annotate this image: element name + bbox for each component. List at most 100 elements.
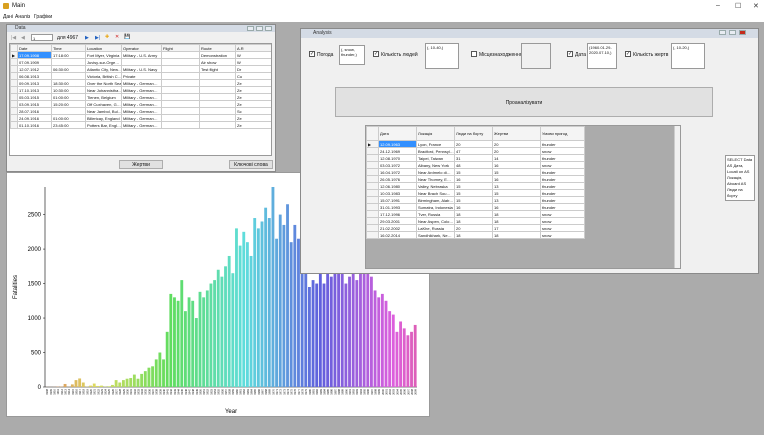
data-grid[interactable]: Date Time Location Operator Flight Route A.R ▶… [9,43,272,156]
data-col-header[interactable]: Date [17,44,52,52]
result-row[interactable]: 17.12.1996 Tver, Russia 18 18 snow [366,210,585,218]
result-cell[interactable]: thunder [540,154,585,162]
result-cell[interactable]: 15 [492,168,541,176]
data-row[interactable]: 28.07.1916 Near Jambol, Bul… Military - Ge… [10,107,271,115]
data-col-header[interactable]: A.R [235,44,271,52]
data-cell[interactable]: Ze [235,100,271,108]
data-cell[interactable]: Juvisy-sur-Orge… [85,58,122,66]
result-cell[interactable]: 18 [492,217,541,225]
data-cell[interactable]: 12.07.1912 [17,65,52,73]
data-cell[interactable] [161,121,200,129]
result-cell[interactable]: 14 [492,154,541,162]
row-header-cell[interactable] [366,224,379,232]
data-row[interactable]: 05.03.1915 01:00:00 Tienen, Belgium Militar… [10,93,271,101]
data-cell[interactable]: Near Jambol, Bul… [85,107,122,115]
result-cell[interactable]: snow [540,231,585,239]
data-cell[interactable] [161,100,200,108]
data-cell[interactable]: Military - German… [121,100,162,108]
data-col-header[interactable]: Route [199,44,236,52]
result-cell[interactable]: thunder [540,175,585,183]
menu-charts[interactable]: Графіки [34,14,52,20]
result-cell[interactable]: 15 [454,182,493,190]
data-cell[interactable]: Military - German… [121,121,162,129]
data-cell[interactable] [199,79,236,87]
data-cell[interactable]: Billericay, England [85,114,122,122]
data-cell[interactable] [199,107,236,115]
result-cell[interactable]: 16 [492,161,541,169]
result-cell[interactable]: Tver, Russia [416,210,455,218]
data-row[interactable]: 06.08.1913 Victoria, British C… Private Cu [10,72,271,80]
nav-prev-icon[interactable]: ◀ [21,35,25,41]
row-header-cell[interactable] [366,182,379,190]
result-cell[interactable]: 03.03.1972 [378,161,417,169]
row-header-cell[interactable] [10,100,18,108]
data-cell[interactable] [161,107,200,115]
data-cell[interactable] [161,114,200,122]
row-header-cell[interactable] [10,79,18,87]
data-cell[interactable] [199,114,236,122]
nav-first-icon[interactable]: |◀ [11,35,16,41]
row-header-cell[interactable] [366,203,379,211]
result-row[interactable]: 15.07.1991 Birmingham, Alab… 15 13 thunder [366,196,585,204]
data-cell[interactable]: Sc [235,107,271,115]
data-cell[interactable]: 06:30:00 [51,65,86,73]
result-cell[interactable]: 31 [454,154,493,162]
result-cell[interactable]: Bradford, Pennsyl… [416,147,455,155]
data-cell[interactable]: Atlantic City, New… [85,65,122,73]
data-cell[interactable] [161,93,200,101]
result-cell[interactable]: 21.02.2002 [378,224,417,232]
delete-icon[interactable]: ✕ [115,34,119,40]
result-cell[interactable]: Sandhikhark, Ne… [416,231,455,239]
data-cell[interactable]: 09.09.1913 [17,79,52,87]
data-cell[interactable]: 15:20:00 [51,100,86,108]
result-cell[interactable]: 16.04.1972 [378,168,417,176]
data-cell[interactable] [199,121,236,129]
result-cell[interactable]: 20 [492,147,541,155]
result-cell[interactable]: 47 [454,147,493,155]
keywords-button[interactable]: Ключові слова [229,160,273,169]
data-cell[interactable]: Dr [235,65,271,73]
row-header-cell[interactable] [366,196,379,204]
add-icon[interactable]: ✚ [105,34,109,40]
date-value-box[interactable]: (1960.01.29-2020.07.10,) [587,43,617,69]
data-cell[interactable]: 17:18:00 [51,51,86,59]
location-value-box[interactable] [521,43,551,69]
row-header-cell[interactable] [10,93,18,101]
result-cell[interactable]: snow [540,210,585,218]
row-header-cell[interactable] [10,107,18,115]
data-cell[interactable]: Near Johannistha… [85,86,122,94]
result-cell[interactable]: 12.06.1980 [378,182,417,190]
save-icon[interactable]: 💾 [124,34,130,40]
nav-next-icon[interactable]: ▶ [85,35,89,41]
result-row[interactable]: 03.03.1972 Albany, New York 48 16 snow [366,161,585,169]
nav-position-input[interactable]: 1 [31,34,53,41]
data-cell[interactable]: Military - U.S. Army [121,51,162,59]
result-cell[interactable]: 12.08.1970 [378,154,417,162]
data-cell[interactable]: W [235,58,271,66]
result-col-header[interactable]: Умови пригод [540,126,585,141]
data-row[interactable]: 03.09.1915 15:20:00 Off Cuxhaven, G… Milita… [10,100,271,108]
menu-analysis[interactable]: Аналіз [15,14,30,20]
data-cell[interactable]: Over the North Sea [85,79,122,87]
data-minimize-button[interactable] [247,26,254,31]
data-cell[interactable]: Military - German… [121,79,162,87]
result-cell[interactable]: 20 [454,140,493,148]
data-cell[interactable] [51,107,86,115]
data-col-header[interactable]: Operator [121,44,162,52]
result-cell[interactable]: Taipei, Taiwan [416,154,455,162]
result-row[interactable]: 16.02.2014 Sandhikhark, Ne… 18 18 snow [366,231,585,239]
result-row[interactable]: 29.03.2001 Near Aspen, Colo… 18 18 snow [366,217,585,225]
row-header-cell[interactable] [10,86,18,94]
result-cell[interactable]: thunder [540,182,585,190]
data-cell[interactable] [199,93,236,101]
result-cell[interactable]: thunder [540,189,585,197]
result-row[interactable]: 26.05.1976 Near Thorney, E… 16 16 thunder [366,175,585,183]
result-cell[interactable]: LaKhe, Russia [416,224,455,232]
data-cell[interactable]: 07.09.1909 [17,58,52,66]
data-col-header[interactable]: Flight [161,44,200,52]
analyze-button[interactable]: Проаналізувати [335,87,713,117]
result-col-header[interactable]: Локація [416,126,455,141]
data-cell[interactable]: Victoria, British C… [85,72,122,80]
data-cell[interactable]: 01.10.1916 [17,121,52,129]
maximize-icon[interactable]: ☐ [735,2,741,10]
